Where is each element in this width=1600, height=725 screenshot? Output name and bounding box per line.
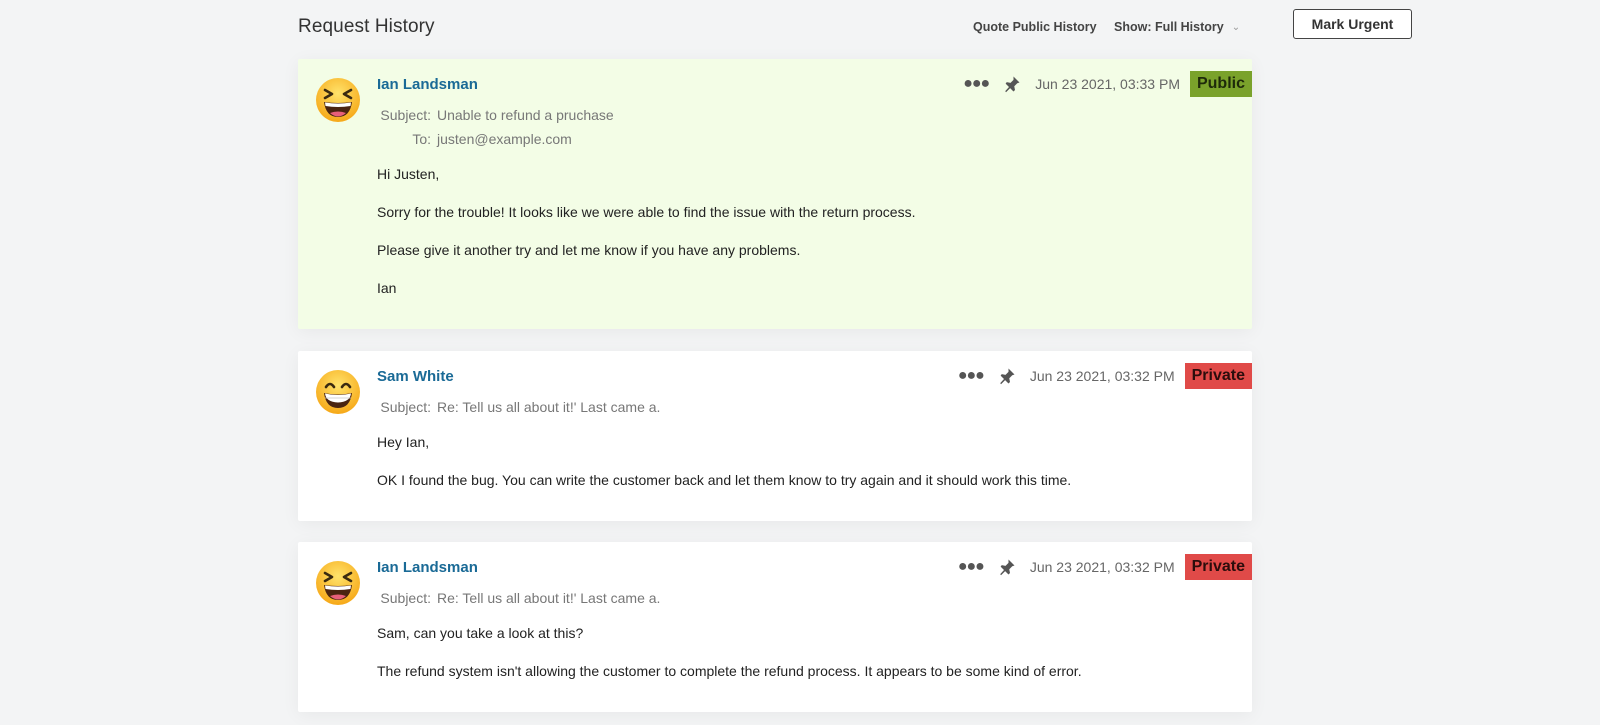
pin-icon[interactable] — [1003, 75, 1021, 93]
private-badge: Private — [1184, 363, 1252, 389]
body-paragraph: Hey Ian, — [377, 434, 430, 450]
message-body: Sam, can you take a look at this? The re… — [377, 624, 1082, 700]
show-filter-label: Show: Full History — [1114, 20, 1224, 34]
message-meta: ●●● Jun 23 2021, 03:33 PM Public — [963, 71, 1252, 97]
subject-value: Unable to refund a pruchase — [437, 107, 614, 123]
to-value: justen@example.com — [437, 131, 572, 147]
pin-icon[interactable] — [998, 367, 1016, 385]
message-fields: Subject: Re: Tell us all about it!' Last… — [377, 395, 660, 419]
body-paragraph: Sam, can you take a look at this? — [377, 625, 584, 641]
author-link[interactable]: Sam White — [377, 368, 454, 385]
message-body: Hi Justen, Sorry for the trouble! It loo… — [377, 165, 915, 317]
subject-value: Re: Tell us all about it!' Last came a. — [437, 399, 661, 415]
subject-row: Subject: Re: Tell us all about it!' Last… — [377, 586, 660, 610]
body-paragraph: OK I found the bug. You can write the cu… — [377, 472, 1072, 488]
message-meta: ●●● Jun 23 2021, 03:32 PM Private — [958, 554, 1252, 580]
subject-row: Subject: Re: Tell us all about it!' Last… — [377, 395, 660, 419]
message-meta: ●●● Jun 23 2021, 03:32 PM Private — [958, 363, 1252, 389]
body-paragraph: Hi Justen, — [377, 166, 440, 182]
quote-public-history-link[interactable]: Quote Public History — [973, 20, 1097, 34]
message-fields: Subject: Re: Tell us all about it!' Last… — [377, 586, 660, 610]
chevron-down-icon: ⌄ — [1231, 21, 1241, 33]
page-title: Request History — [298, 16, 435, 37]
request-history-page: Request History Quote Public History Sho… — [0, 0, 1600, 725]
more-options-icon[interactable]: ●●● — [958, 368, 985, 384]
mark-urgent-button[interactable]: Mark Urgent — [1293, 9, 1412, 39]
message-card: Sam White ●●● Jun 23 2021, 03:32 PM Priv… — [298, 351, 1252, 521]
message-date: Jun 23 2021, 03:33 PM — [1035, 76, 1180, 92]
message-body: Hey Ian, OK I found the bug. You can wri… — [377, 433, 1071, 509]
show-history-filter[interactable]: Show: Full History ⌄ — [1114, 20, 1240, 34]
message-card: Ian Landsman ●●● Jun 23 2021, 03:32 PM P… — [298, 542, 1252, 712]
to-row: To: justen@example.com — [377, 127, 614, 151]
grinning-face-icon — [316, 370, 360, 414]
public-badge: Public — [1189, 71, 1252, 97]
to-label: To: — [412, 131, 431, 147]
more-options-icon[interactable]: ●●● — [958, 559, 985, 575]
subject-label: Subject: — [380, 399, 431, 415]
message-fields: Subject: Unable to refund a pruchase To:… — [377, 103, 614, 151]
subject-value: Re: Tell us all about it!' Last came a. — [437, 590, 661, 606]
subject-row: Subject: Unable to refund a pruchase — [377, 103, 614, 127]
body-paragraph: Ian — [377, 280, 397, 296]
more-options-icon[interactable]: ●●● — [963, 76, 990, 92]
pin-icon[interactable] — [998, 558, 1016, 576]
body-paragraph: Sorry for the trouble! It looks like we … — [377, 204, 916, 220]
message-card: Ian Landsman ●●● Jun 23 2021, 03:33 PM P… — [298, 59, 1252, 329]
body-paragraph: Please give it another try and let me kn… — [377, 242, 801, 258]
private-badge: Private — [1184, 554, 1252, 580]
author-link[interactable]: Ian Landsman — [377, 76, 478, 93]
message-date: Jun 23 2021, 03:32 PM — [1029, 559, 1175, 575]
squinting-face-icon — [316, 561, 360, 605]
author-link[interactable]: Ian Landsman — [377, 559, 478, 576]
subject-label: Subject: — [380, 590, 431, 606]
squinting-face-icon — [316, 78, 360, 122]
subject-label: Subject: — [380, 107, 431, 123]
message-date: Jun 23 2021, 03:32 PM — [1029, 368, 1175, 384]
body-paragraph: The refund system isn't allowing the cus… — [377, 663, 1082, 679]
